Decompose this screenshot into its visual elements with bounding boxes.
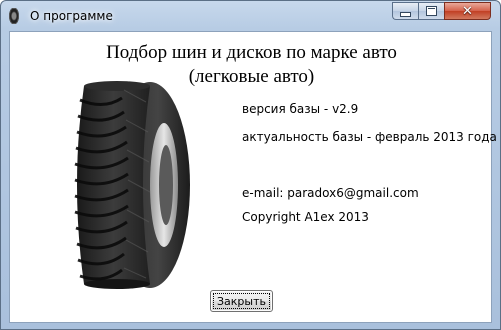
heading-line-1: Подбор шин и дисков по марке авто [106, 42, 397, 63]
close-icon: ✕ [462, 3, 473, 19]
about-dialog-window: О программе ✕ Подбор шин и дисков по мар… [0, 0, 501, 330]
db-version: версия базы - v2.9 [242, 102, 359, 116]
tire-image [64, 80, 192, 290]
tire-icon[interactable] [9, 8, 19, 24]
title-bar[interactable]: О программе ✕ [1, 1, 500, 29]
maximize-icon [426, 6, 437, 16]
minimize-button[interactable] [392, 2, 418, 20]
copyright-text: Copyright A1ex 2013 [242, 210, 369, 224]
tire-illustration [74, 81, 190, 289]
minimize-icon [400, 11, 411, 17]
db-actuality: актуальность базы - февраль 2013 года [242, 130, 497, 144]
contact-email: e-mail: paradox6@gmail.com [242, 186, 419, 200]
close-dialog-button[interactable]: Закрыть [210, 290, 273, 312]
maximize-button[interactable] [418, 2, 444, 20]
dialog-content: Подбор шин и дисков по марке авто (легко… [9, 31, 497, 323]
close-button[interactable]: ✕ [444, 2, 491, 20]
window-title: О программе [30, 9, 113, 23]
